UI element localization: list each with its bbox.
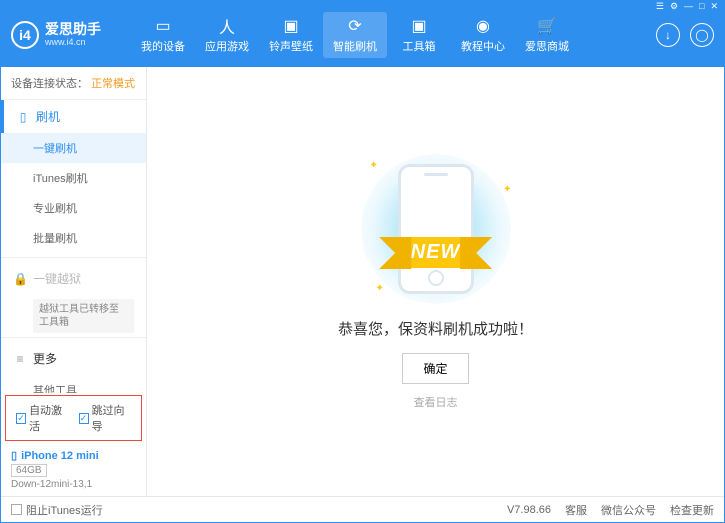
win-btn-1[interactable]: ☰ <box>656 1 664 12</box>
apps-icon: 人 <box>217 16 237 36</box>
logo-icon: i4 <box>11 21 39 49</box>
main-content: ✦ ✦ ✦ NEW 恭喜您，保资料刷机成功啦！ 确定 查看日志 <box>147 67 724 496</box>
nav-tutorial[interactable]: ◉教程中心 <box>451 12 515 58</box>
view-log-link[interactable]: 查看日志 <box>414 394 458 410</box>
minimize-icon[interactable]: — <box>684 1 693 11</box>
sidebar-item-batch-flash[interactable]: 批量刷机 <box>1 223 146 253</box>
device-icon: ▯ <box>11 449 17 462</box>
header-actions: ↓ ◯ <box>656 23 714 47</box>
cart-icon: 🛒 <box>537 16 557 36</box>
top-nav: ▭我的设备 人应用游戏 ▣铃声壁纸 ⟳智能刷机 ▣工具箱 ◉教程中心 🛒爱思商城 <box>131 12 656 58</box>
app-name: 爱思助手 <box>45 22 101 37</box>
footer: 阻止iTunes运行 V7.98.66 客服 微信公众号 检查更新 <box>1 496 724 522</box>
sidebar-item-one-click-flash[interactable]: 一键刷机 <box>1 133 146 163</box>
menu-icon: ≡ <box>13 352 27 366</box>
user-button[interactable]: ◯ <box>690 23 714 47</box>
device-capacity: 64GB <box>11 464 47 477</box>
success-message: 恭喜您，保资料刷机成功啦！ <box>338 318 533 339</box>
auto-activate-checkbox[interactable]: ✓自动激活 <box>16 402 69 434</box>
window-controls: ☰ ⚙ — □ ✕ <box>1 1 724 11</box>
header: i4 爱思助手 www.i4.cn ▭我的设备 人应用游戏 ▣铃声壁纸 ⟳智能刷… <box>1 11 724 67</box>
sidebar-group-flash[interactable]: ▯刷机 <box>1 100 146 133</box>
sidebar-group-more[interactable]: ≡更多 <box>1 342 146 375</box>
download-button[interactable]: ↓ <box>656 23 680 47</box>
tutorial-icon: ◉ <box>473 16 493 36</box>
win-btn-2[interactable]: ⚙ <box>670 1 678 12</box>
wechat-link[interactable]: 微信公众号 <box>601 502 656 518</box>
sidebar-group-jailbreak[interactable]: 🔒一键越狱 <box>1 262 146 295</box>
nav-ringtones[interactable]: ▣铃声壁纸 <box>259 12 323 58</box>
connection-status: 设备连接状态： 正常模式 <box>1 67 146 100</box>
maximize-icon[interactable]: □ <box>699 1 704 11</box>
phone-icon: ▯ <box>16 110 30 124</box>
jailbreak-note: 越狱工具已转移至工具箱 <box>33 299 134 333</box>
app-window: ☰ ⚙ — □ ✕ i4 爱思助手 www.i4.cn ▭我的设备 人应用游戏 … <box>0 0 725 523</box>
body: 设备连接状态： 正常模式 ▯刷机 一键刷机 iTunes刷机 专业刷机 批量刷机… <box>1 67 724 496</box>
connected-device[interactable]: ▯iPhone 12 mini 64GB Down-12mini-13,1 <box>1 443 146 496</box>
logo: i4 爱思助手 www.i4.cn <box>11 21 131 49</box>
toolbox-icon: ▣ <box>409 16 429 36</box>
phone-icon: ▭ <box>153 16 173 36</box>
sidebar-item-itunes-flash[interactable]: iTunes刷机 <box>1 163 146 193</box>
lock-icon: 🔒 <box>13 272 27 286</box>
nav-smart-flash[interactable]: ⟳智能刷机 <box>323 12 387 58</box>
new-ribbon: NEW <box>397 237 475 268</box>
customer-service-link[interactable]: 客服 <box>565 502 587 518</box>
close-icon[interactable]: ✕ <box>710 1 718 12</box>
app-url: www.i4.cn <box>45 38 101 48</box>
nav-apps-games[interactable]: 人应用游戏 <box>195 12 259 58</box>
success-illustration: ✦ ✦ ✦ NEW <box>346 154 526 304</box>
version-label: V7.98.66 <box>507 504 551 516</box>
folder-icon: ▣ <box>281 16 301 36</box>
sidebar-item-pro-flash[interactable]: 专业刷机 <box>1 193 146 223</box>
sidebar: 设备连接状态： 正常模式 ▯刷机 一键刷机 iTunes刷机 专业刷机 批量刷机… <box>1 67 147 496</box>
skip-guide-checkbox[interactable]: ✓跳过向导 <box>79 402 132 434</box>
refresh-icon: ⟳ <box>345 16 365 36</box>
confirm-button[interactable]: 确定 <box>402 353 468 384</box>
nav-my-device[interactable]: ▭我的设备 <box>131 12 195 58</box>
phone-graphic <box>398 164 474 294</box>
nav-toolbox[interactable]: ▣工具箱 <box>387 12 451 58</box>
options-highlight-box: ✓自动激活 ✓跳过向导 <box>5 395 142 441</box>
sidebar-item-other-tools[interactable]: 其他工具 <box>1 375 146 393</box>
device-firmware: Down-12mini-13,1 <box>11 479 136 490</box>
block-itunes-checkbox[interactable]: 阻止iTunes运行 <box>11 502 103 518</box>
check-update-link[interactable]: 检查更新 <box>670 502 714 518</box>
nav-store[interactable]: 🛒爱思商城 <box>515 12 579 58</box>
sidebar-nav: ▯刷机 一键刷机 iTunes刷机 专业刷机 批量刷机 🔒一键越狱 越狱工具已转… <box>1 100 146 393</box>
status-value: 正常模式 <box>91 78 135 90</box>
